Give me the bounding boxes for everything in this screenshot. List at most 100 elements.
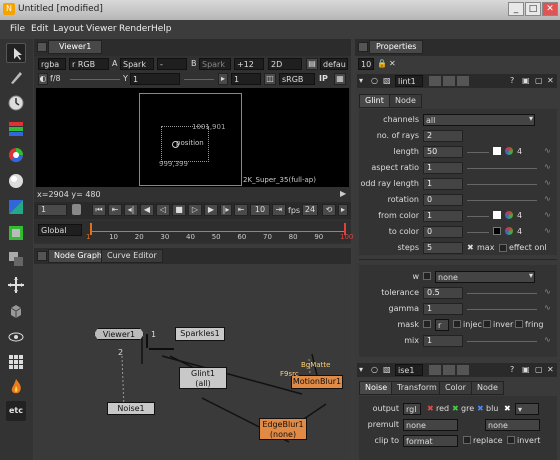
tab-glint-node[interactable]: Node [389,94,422,108]
alpha-checkbox[interactable]: ✖ [504,404,511,413]
views-icon[interactable] [6,327,26,347]
other-icon[interactable] [6,352,26,372]
float-icon[interactable]: ▧ [383,76,391,85]
transform-icon[interactable] [6,275,26,295]
length-field[interactable]: 50 [423,146,463,158]
play-button[interactable]: ▶ [204,204,218,216]
clear-panels-icon[interactable]: ✕ [389,59,396,68]
length-slider[interactable] [467,152,489,160]
w-dropdown[interactable]: none [435,271,535,283]
maximize-button[interactable]: □ [525,2,541,16]
node-noise1[interactable]: Noise1 [107,402,155,415]
menu-help[interactable]: Help [151,24,172,34]
max-checkbox[interactable]: ✖ [467,243,474,252]
skip-forward-button[interactable]: ⇥ [272,204,286,216]
max-panels-field[interactable]: 10 [358,58,374,70]
to-color-animation-icon[interactable]: ∿ [544,226,551,235]
menu-viewer[interactable]: Viewer [86,24,117,34]
aspect-ratio-slider[interactable] [467,168,537,176]
roi-icon[interactable]: ◫ [264,73,276,85]
playback-menu-icon[interactable]: ▸ [338,204,348,216]
tab-viewer1[interactable]: Viewer1 [48,40,103,54]
odd-ray-animation-icon[interactable]: ∿ [544,178,551,187]
mix-field[interactable]: 1 [423,335,463,347]
from-color-swatch[interactable] [493,211,501,219]
revert-icon[interactable] [457,76,469,86]
gamma-slider[interactable] [184,79,214,87]
gamma-field[interactable]: 1 [130,73,180,85]
blue-checkbox[interactable]: ✖ [477,404,484,413]
invert-checkbox[interactable] [483,320,491,328]
channels-dropdown[interactable]: rgba [38,58,66,70]
odd-ray-field[interactable]: 1 [423,178,463,190]
proxy-icon[interactable]: ▸ [218,73,228,85]
menu-file[interactable]: File [10,24,25,34]
float-panel-icon[interactable]: ▢ [535,76,543,85]
glint-name-field[interactable]: lint1 [395,75,423,87]
frame-field[interactable]: 1 [231,73,261,85]
color-bars-icon[interactable] [6,119,26,139]
timeline-ruler[interactable] [90,224,346,232]
from-color-wheel-icon[interactable] [505,211,513,219]
gamma-field[interactable]: 1 [423,303,463,315]
revert-icon[interactable] [457,365,469,375]
channel-select[interactable]: r RGB [69,58,109,70]
dock-icon[interactable]: ▣ [522,365,530,374]
play-back-button[interactable]: ◀ [140,204,154,216]
node-sparkles1[interactable]: Sparkles1 [175,327,225,341]
fstop-slider[interactable] [70,79,120,87]
step-forward-button[interactable]: |▸ [220,204,232,216]
menu-layout[interactable]: Layout [53,24,84,34]
redo-icon[interactable] [443,365,455,375]
color-wheel-icon[interactable] [6,145,26,165]
float-panel-icon[interactable]: ▢ [535,365,543,374]
rotation-field[interactable]: 0 [423,194,463,206]
w-checkbox[interactable] [423,272,431,280]
input-a-dropdown[interactable]: Spark [120,58,154,70]
invert-clip-checkbox[interactable] [507,436,515,444]
node-color-icon[interactable]: ○ [371,76,378,85]
length-animation-icon[interactable]: ∿ [544,146,551,155]
to-color-field[interactable]: 0 [423,226,463,238]
premult-channel-dropdown[interactable]: none [485,419,540,431]
fringe-checkbox[interactable] [515,320,523,328]
mask-checkbox[interactable] [423,320,431,328]
lut-icon[interactable]: ▤ [306,58,318,70]
collapse-icon[interactable]: ▾ [359,365,363,374]
effect-only-checkbox[interactable] [499,244,507,252]
default-dropdown[interactable]: defau [320,58,348,70]
colorspace-dropdown[interactable]: sRGB [279,73,315,85]
gamma-slider[interactable] [467,309,537,317]
replace-checkbox[interactable] [463,436,471,444]
paint-icon[interactable] [6,67,26,87]
noise-name-field[interactable]: ise1 [395,364,423,376]
etc-icon[interactable]: etc [6,401,26,421]
help-icon[interactable]: ? [510,365,514,374]
tab-noise-node[interactable]: Node [471,381,504,395]
pane-menu-icon[interactable] [37,251,47,261]
inject-checkbox[interactable] [453,320,461,328]
rays-field[interactable]: 2 [423,130,463,142]
skip-back-button[interactable]: ⇤ [234,204,248,216]
pointer-icon[interactable] [6,43,26,63]
float-icon[interactable]: ▧ [383,365,391,374]
menu-edit[interactable]: Edit [31,24,48,34]
close-panel-icon[interactable]: ✕ [547,76,554,85]
status-arrow-icon[interactable]: ▶ [340,189,348,198]
rotation-slider[interactable] [467,200,537,208]
tolerance-field[interactable]: 0.5 [423,287,463,299]
undo-icon[interactable] [429,365,441,375]
view-mode-dropdown[interactable]: 2D [268,58,302,70]
pane-menu-icon[interactable] [358,42,368,52]
premult-dropdown[interactable]: none [403,419,458,431]
close-panel-icon[interactable]: ✕ [547,365,554,374]
node-color-icon[interactable]: ○ [371,365,378,374]
frame-field[interactable]: 1 [37,204,67,216]
aspect-animation-icon[interactable]: ∿ [544,162,551,171]
tab-node-graph[interactable]: Node Graph [48,249,108,263]
undo-icon[interactable] [429,76,441,86]
lock-panels-icon[interactable]: 🔒 [377,59,387,68]
to-color-slider[interactable] [467,232,489,240]
mix-slider[interactable] [467,341,537,349]
clock-icon[interactable] [6,93,26,113]
